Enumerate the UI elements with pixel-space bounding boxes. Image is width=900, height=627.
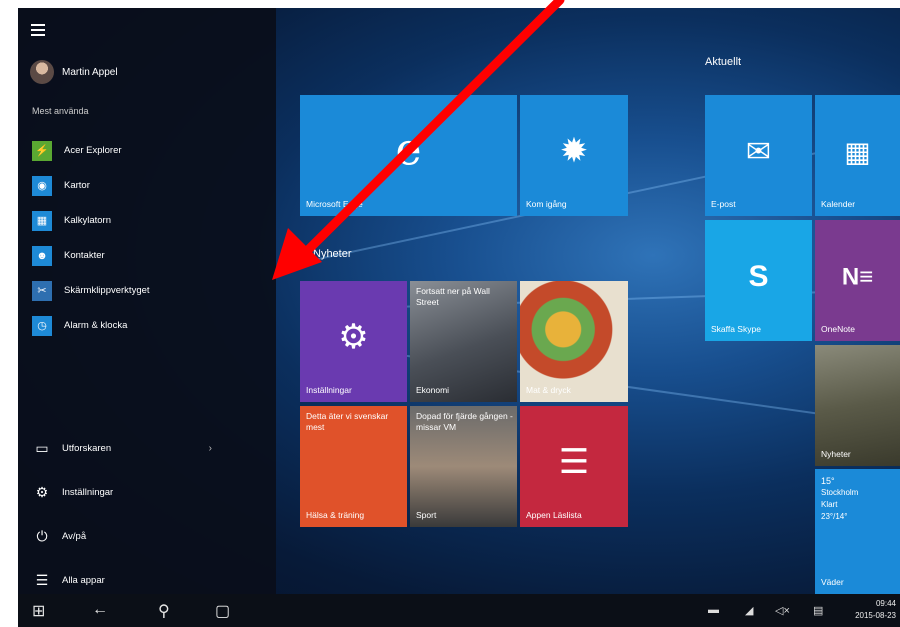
arrow-head [272,228,322,280]
arrow-shaft [295,0,565,263]
annotation-arrow [272,0,565,280]
